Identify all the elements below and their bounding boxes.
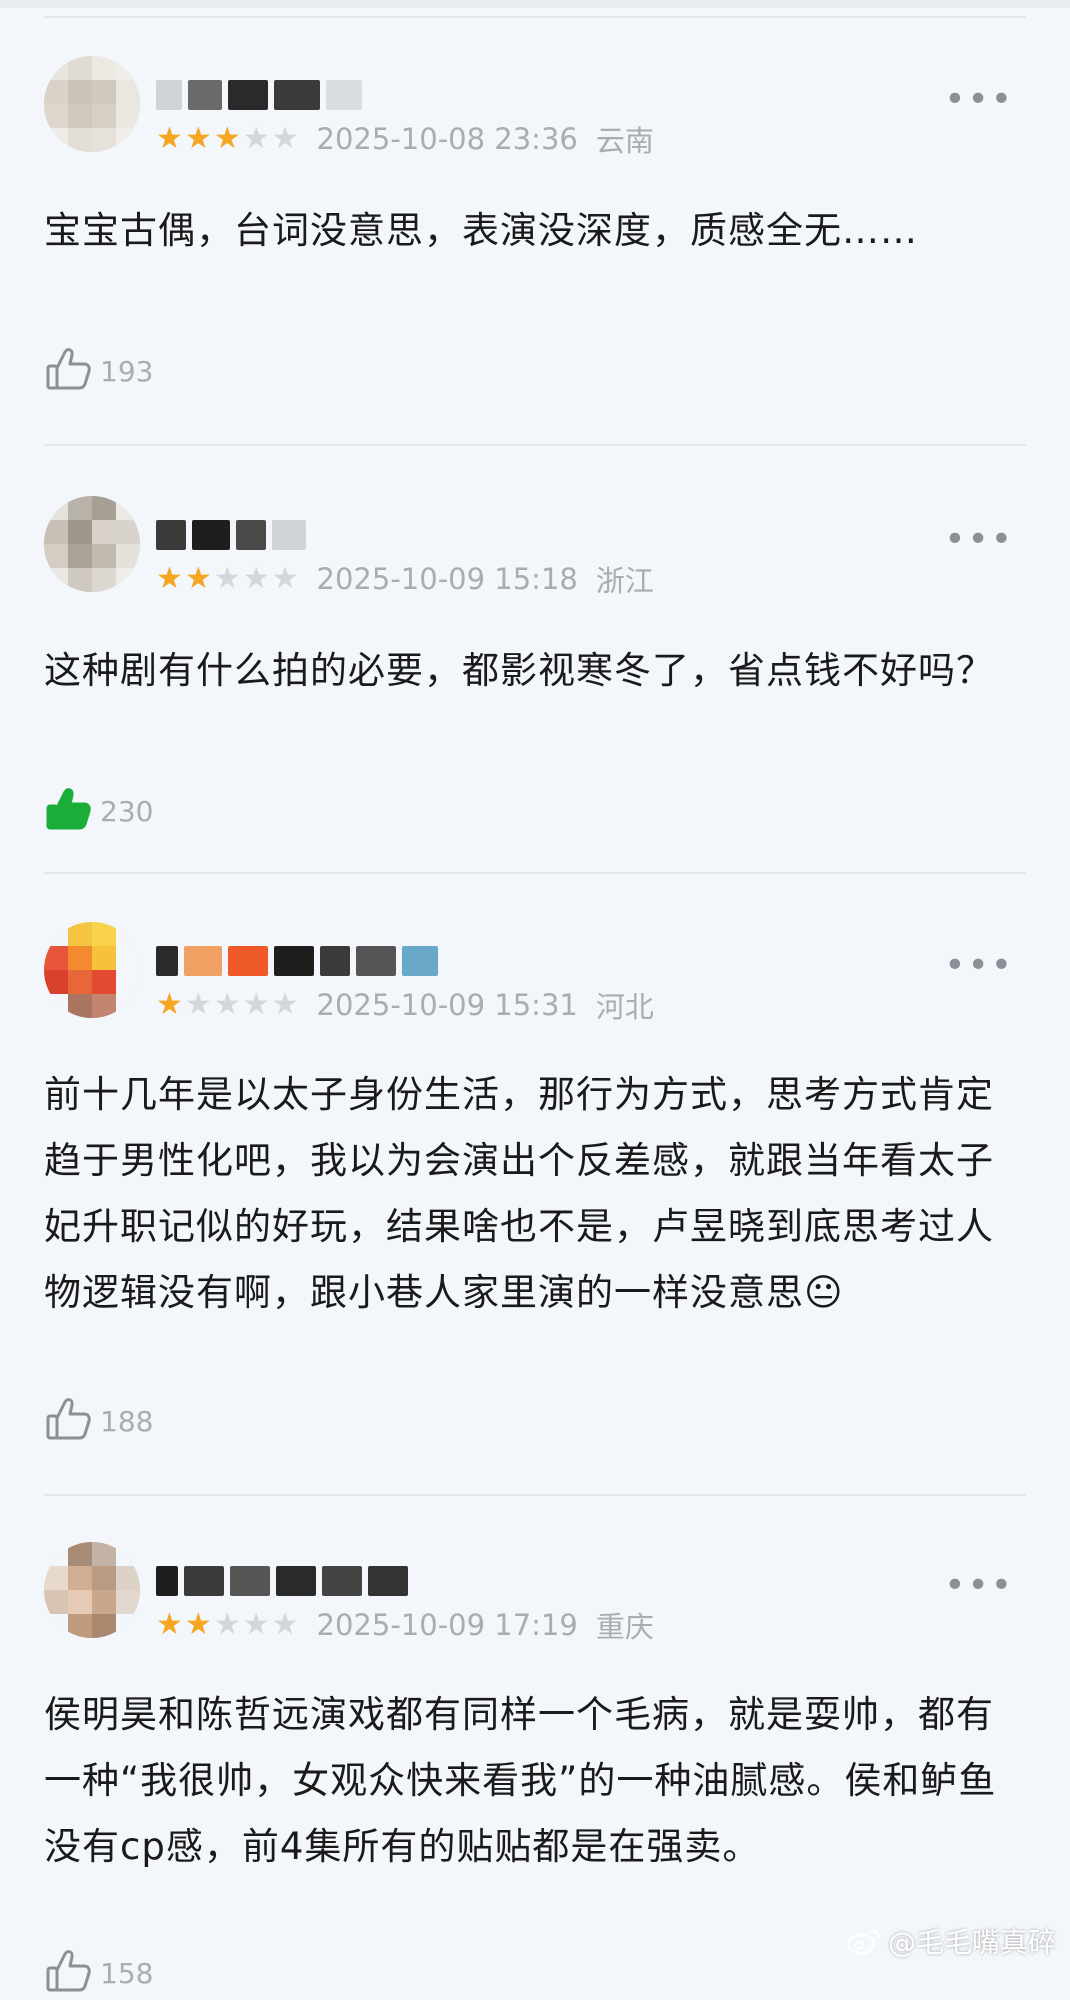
review-location: 重庆 xyxy=(595,1610,654,1644)
star-icon: ★ xyxy=(271,1607,299,1642)
star-icon: ★ xyxy=(242,121,270,156)
like-count: 193 xyxy=(100,354,154,388)
divider xyxy=(44,16,1026,18)
star-icon: ★ xyxy=(213,121,241,156)
thumbs-up-icon xyxy=(44,784,94,838)
star-icon: ★ xyxy=(271,987,299,1022)
like-count: 158 xyxy=(100,1956,154,1990)
review-location: 浙江 xyxy=(595,564,654,598)
review-date: 2025-10-08 23:36 xyxy=(316,122,578,156)
username[interactable]: … xyxy=(156,1564,476,1598)
star-icon: ★ xyxy=(213,1607,241,1642)
thumbs-up-icon xyxy=(44,1394,94,1448)
star-icon: ★ xyxy=(271,121,299,156)
username[interactable]: … xyxy=(156,78,376,112)
avatar[interactable] xyxy=(44,56,140,152)
avatar[interactable] xyxy=(44,1542,140,1638)
review-item: … ★★★★★ 2025-10-08 23:36 云南 ••• 宝宝古偶，台词没… xyxy=(44,56,1026,416)
avatar[interactable] xyxy=(44,496,140,592)
more-dots-icon[interactable]: ••• xyxy=(944,1568,1014,1604)
more-dots-icon[interactable]: ••• xyxy=(944,948,1014,984)
star-icon: ★ xyxy=(156,561,183,596)
review-meta: ★ ★ ★ ★ ★ 2025-10-09 15:31 河北 xyxy=(156,984,654,1026)
watermark: @毛毛嘴真碎 xyxy=(846,1921,1056,1961)
like-button[interactable]: 193 xyxy=(44,344,153,398)
review-date: 2025-10-09 15:18 xyxy=(316,562,578,596)
review-meta: ★ ★ ★ ★ ★ 2025-10-09 15:18 浙江 xyxy=(156,558,654,600)
more-dots-icon[interactable]: ••• xyxy=(944,82,1014,118)
review-item: … ★★★★★ 2025-10-09 15:18 浙江 ••• 这种剧有什么拍的… xyxy=(44,496,1026,856)
avatar[interactable] xyxy=(44,922,140,1018)
username[interactable]: … xyxy=(156,944,496,978)
star-icon: ★ xyxy=(184,1607,212,1642)
divider xyxy=(44,872,1026,874)
review-meta: ★ ★ ★ ★ ★ 2025-10-08 23:36 云南 xyxy=(156,118,654,160)
star-rating: ★ ★ ★ ★ ★ xyxy=(156,124,299,154)
star-icon: ★ xyxy=(184,561,212,596)
like-button[interactable]: 230 xyxy=(44,784,153,838)
star-icon: ★ xyxy=(213,561,241,596)
star-icon: ★ xyxy=(213,987,241,1022)
star-icon: ★ xyxy=(242,1607,270,1642)
review-item: … ★★★★★ 2025-10-09 15:31 河北 ••• 前十几年是以太子… xyxy=(44,922,1026,1482)
review-text: 侯明昊和陈哲远演戏都有同样一个毛病，就是耍帅，都有一种“我很帅，女观众快来看我”… xyxy=(44,1693,997,1868)
review-date: 2025-10-09 17:19 xyxy=(316,1608,578,1642)
star-icon: ★ xyxy=(184,987,212,1022)
divider xyxy=(44,444,1026,446)
review-location: 河北 xyxy=(595,990,654,1024)
star-icon: ★ xyxy=(156,987,183,1022)
star-rating: ★ ★ ★ ★ ★ xyxy=(156,1610,299,1640)
weibo-logo-icon xyxy=(846,1928,881,1955)
review-item: … ★★★★★ 2025-10-09 17:19 重庆 ••• 侯明昊和陈哲远演… xyxy=(44,1542,1026,1992)
more-dots-icon[interactable]: ••• xyxy=(944,522,1014,558)
username[interactable]: … xyxy=(156,518,376,552)
star-icon: ★ xyxy=(271,561,299,596)
like-count: 188 xyxy=(100,1404,154,1438)
divider xyxy=(44,1494,1026,1496)
review-location: 云南 xyxy=(595,124,654,158)
review-date: 2025-10-09 15:31 xyxy=(316,988,578,1022)
watermark-text: @毛毛嘴真碎 xyxy=(887,1926,1056,1959)
star-icon: ★ xyxy=(156,1607,183,1642)
top-bar xyxy=(0,0,1070,8)
star-rating: ★ ★ ★ ★ ★ xyxy=(156,990,299,1020)
star-icon: ★ xyxy=(156,121,183,156)
star-icon: ★ xyxy=(242,987,270,1022)
thumbs-up-icon xyxy=(44,344,94,398)
review-text: 这种剧有什么拍的必要，都影视寒冬了，省点钱不好吗？ xyxy=(44,649,994,692)
review-meta: ★ ★ ★ ★ ★ 2025-10-09 17:19 重庆 xyxy=(156,1604,654,1646)
like-count: 230 xyxy=(100,794,154,828)
review-text: 前十几年是以太子身份生活，那行为方式，思考方式肯定趋于男性化吧，我以为会演出个反… xyxy=(44,1073,994,1314)
like-button[interactable]: 158 xyxy=(44,1946,153,2000)
like-button[interactable]: 188 xyxy=(44,1394,153,1448)
star-rating: ★ ★ ★ ★ ★ xyxy=(156,564,299,594)
review-text: 宝宝古偶，台词没意思，表演没深度，质感全无…… xyxy=(44,209,918,252)
star-icon: ★ xyxy=(242,561,270,596)
star-icon: ★ xyxy=(184,121,212,156)
thumbs-up-icon xyxy=(44,1946,94,2000)
